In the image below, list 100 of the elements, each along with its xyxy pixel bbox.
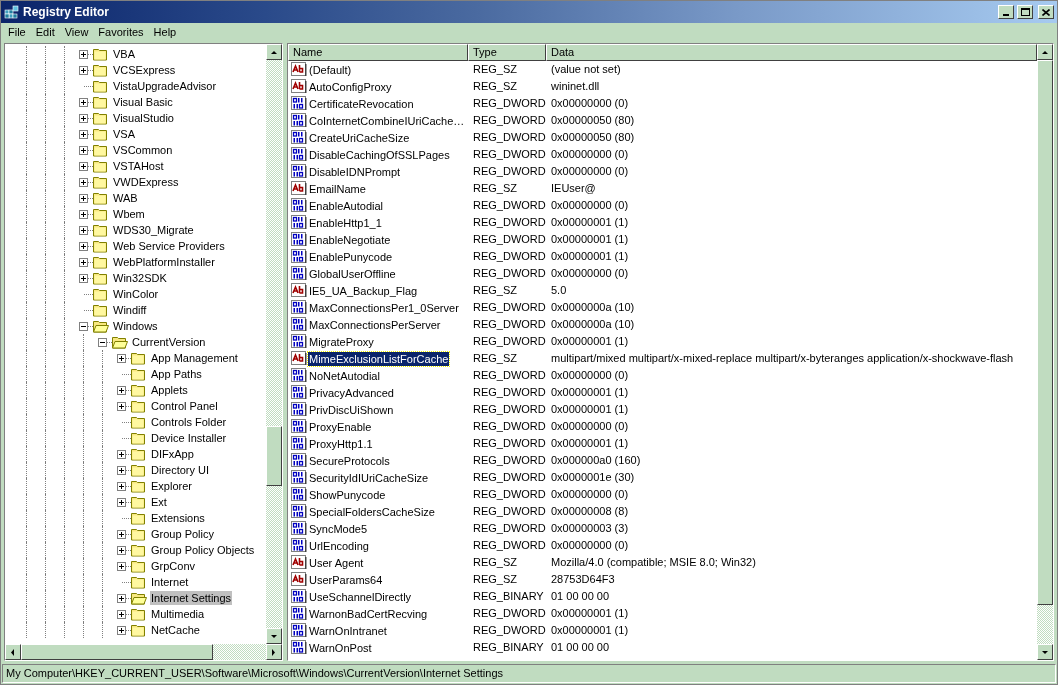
expand-icon[interactable] [79, 129, 88, 139]
tree-item[interactable]: App Management [150, 351, 239, 365]
tree-item[interactable]: VBA [112, 47, 136, 61]
expand-icon[interactable] [79, 193, 88, 203]
value-name[interactable]: EnableAutodial [308, 198, 384, 213]
expand-icon[interactable] [79, 177, 88, 187]
tree-item[interactable]: CurrentVersion [131, 335, 207, 349]
scroll-up-button[interactable] [1037, 44, 1053, 60]
tree-item[interactable]: Internet Settings [150, 591, 233, 605]
tree-item[interactable]: Web Service Providers [112, 239, 226, 253]
expand-icon[interactable] [117, 465, 126, 475]
expand-icon[interactable] [79, 113, 88, 123]
value-name[interactable]: CreateUriCacheSize [308, 130, 411, 145]
expand-icon[interactable] [117, 609, 126, 619]
expand-icon[interactable] [117, 401, 126, 411]
expand-icon[interactable] [79, 65, 88, 75]
expand-icon[interactable] [117, 497, 126, 507]
value-name[interactable]: MigrateProxy [308, 334, 375, 349]
expand-icon[interactable] [79, 161, 88, 171]
value-name[interactable]: ShowPunycode [308, 487, 387, 502]
value-name[interactable]: SecurityIdIUriCacheSize [308, 470, 430, 485]
value-name[interactable]: UserParams64 [308, 572, 384, 587]
minimize-button[interactable] [998, 5, 1014, 19]
close-button[interactable] [1038, 5, 1054, 19]
collapse-icon[interactable] [98, 337, 107, 347]
value-name[interactable]: UseSchannelDirectly [308, 589, 413, 604]
menu-item[interactable]: Favorites [93, 24, 149, 41]
value-name[interactable]: ProxyHttp1.1 [308, 436, 374, 451]
value-name[interactable]: WarnOnIntranet [308, 623, 388, 638]
value-name[interactable]: AutoConfigProxy [308, 79, 393, 94]
value-name[interactable]: CertificateRevocation [308, 96, 415, 111]
value-name[interactable]: DisableIDNPrompt [308, 164, 402, 179]
tree-item[interactable]: Controls Folder [150, 415, 228, 429]
expand-icon[interactable] [79, 273, 88, 283]
tree-item[interactable]: Applets [150, 383, 189, 397]
column-header[interactable]: Name [288, 44, 468, 61]
tree-item[interactable]: VisualStudio [112, 111, 175, 125]
tree-item[interactable]: WDS30_Migrate [112, 223, 195, 237]
tree-item[interactable]: Ext [150, 495, 168, 509]
expand-icon[interactable] [117, 385, 126, 395]
expand-icon[interactable] [79, 209, 88, 219]
tree-item[interactable]: NetCache [150, 623, 201, 637]
tree-item[interactable]: Device Installer [150, 431, 228, 445]
tree-item[interactable]: VSCommon [112, 143, 174, 157]
value-name[interactable]: SpecialFoldersCacheSize [308, 504, 436, 519]
tree-item[interactable]: App Paths [150, 367, 203, 381]
maximize-button[interactable] [1017, 5, 1033, 19]
value-name[interactable]: ProxyEnable [308, 419, 373, 434]
scroll-down-button[interactable] [266, 628, 282, 644]
value-name[interactable]: EnableNegotiate [308, 232, 392, 247]
expand-icon[interactable] [79, 241, 88, 251]
value-name[interactable]: PrivacyAdvanced [308, 385, 395, 400]
expand-icon[interactable] [117, 449, 126, 459]
tree-item[interactable]: Wbem [112, 207, 146, 221]
expand-icon[interactable] [79, 145, 88, 155]
tree-item[interactable]: WinColor [112, 287, 160, 301]
value-name[interactable]: WarnOnPost [308, 640, 373, 655]
value-name[interactable]: PrivDiscUiShown [308, 402, 395, 417]
tree-item[interactable]: Directory UI [150, 463, 211, 477]
tree-item[interactable]: WAB [112, 191, 139, 205]
expand-icon[interactable] [117, 561, 126, 571]
tree-item[interactable]: VSTAHost [112, 159, 165, 173]
tree-item[interactable]: VWDExpress [112, 175, 180, 189]
expand-icon[interactable] [117, 529, 126, 539]
menu-item[interactable]: Help [148, 24, 182, 41]
expand-icon[interactable] [117, 353, 126, 363]
scroll-up-button[interactable] [266, 44, 282, 60]
value-name[interactable]: MaxConnectionsPer1_0Server [308, 300, 460, 315]
scrollbar-thumb[interactable] [1037, 60, 1053, 605]
tree-item[interactable]: Windows [112, 319, 159, 333]
value-name[interactable]: EnablePunycode [308, 249, 394, 264]
value-name[interactable]: MimeExclusionListForCache [308, 351, 450, 366]
column-header[interactable]: Type [468, 44, 546, 61]
scrollbar-thumb[interactable] [266, 426, 282, 486]
expand-icon[interactable] [79, 97, 88, 107]
value-name[interactable]: EmailName [308, 181, 367, 196]
tree-item[interactable]: Group Policy [150, 527, 215, 541]
value-name[interactable]: MaxConnectionsPerServer [308, 317, 442, 332]
menu-item[interactable]: View [59, 24, 94, 41]
menu-item[interactable]: Edit [30, 24, 60, 41]
value-name[interactable]: IE5_UA_Backup_Flag [308, 283, 419, 298]
value-name[interactable]: EnableHttp1_1 [308, 215, 383, 230]
tree-item[interactable]: Visual Basic [112, 95, 174, 109]
tree-item[interactable]: DIFxApp [150, 447, 195, 461]
expand-icon[interactable] [79, 225, 88, 235]
expand-icon[interactable] [79, 49, 88, 59]
tree-item[interactable]: VSA [112, 127, 136, 141]
tree-item[interactable]: Explorer [150, 479, 193, 493]
value-name[interactable]: (Default) [308, 62, 353, 77]
scroll-left-button[interactable] [5, 644, 21, 660]
tree-item[interactable]: VistaUpgradeAdvisor [112, 79, 218, 93]
scroll-down-button[interactable] [1037, 644, 1053, 660]
collapse-icon[interactable] [79, 321, 88, 331]
value-name[interactable]: UrlEncoding [308, 538, 370, 553]
tree-item[interactable]: Control Panel [150, 399, 219, 413]
value-name[interactable]: SyncMode5 [308, 521, 369, 536]
expand-icon[interactable] [117, 593, 126, 603]
tree-item[interactable]: Extensions [150, 511, 206, 525]
tree-item[interactable]: Windiff [112, 303, 148, 317]
scrollbar-thumb[interactable] [21, 644, 213, 660]
